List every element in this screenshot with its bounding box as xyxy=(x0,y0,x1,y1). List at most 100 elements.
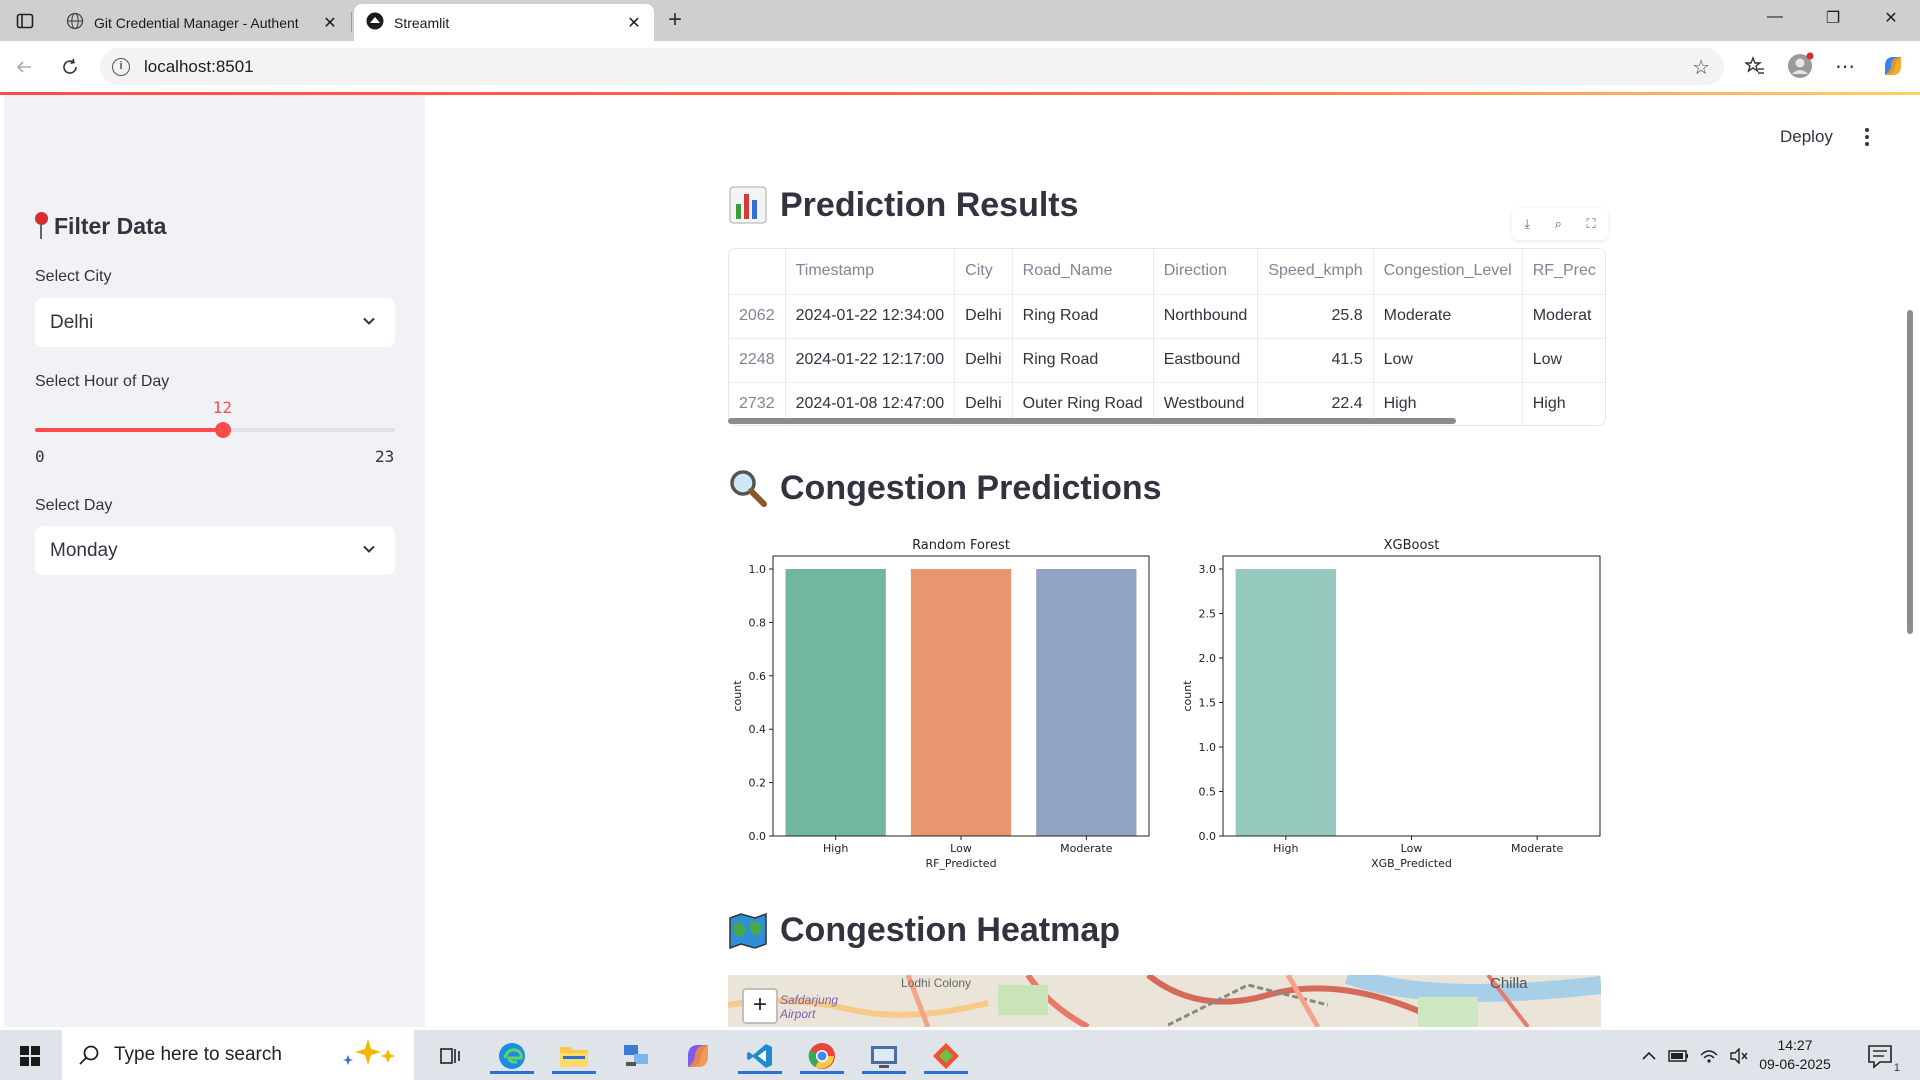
world-map-icon xyxy=(728,910,768,950)
search-icon[interactable]: ⌕ xyxy=(1555,216,1562,232)
dataframe-horizontal-scrollbar[interactable] xyxy=(728,418,1456,424)
y-tick-label: 1.0 xyxy=(749,563,767,576)
table-row: 2248 2024-01-22 12:17:00 Delhi Ring Road… xyxy=(729,338,1605,383)
magnifying-glass-icon xyxy=(728,468,768,508)
congestion-predictions-charts: 0.0 0.2 0.4 0.6 0.8 1.0 High Low Moderate Random … xyxy=(731,538,1601,870)
tab-git-credential-manager[interactable]: Git Credential Manager - Authent ✕ xyxy=(54,4,350,41)
table-cell[interactable]: 41.5 xyxy=(1257,338,1374,383)
bar-chart-icon xyxy=(728,185,768,225)
chart-bar xyxy=(1235,569,1337,836)
y-axis-label: count xyxy=(1181,680,1194,712)
congestion-predictions-text: Congestion Predictions xyxy=(780,468,1162,507)
table-cell-index[interactable]: 2248 xyxy=(729,338,786,383)
table-cell[interactable]: Delhi xyxy=(954,294,1013,339)
table-cell[interactable]: Ring Road xyxy=(1012,294,1154,339)
restore-icon[interactable]: ❐ xyxy=(1820,8,1846,34)
hour-slider-thumb[interactable] xyxy=(214,422,231,438)
file-explorer-icon[interactable] xyxy=(552,1038,596,1074)
vscode-icon[interactable] xyxy=(738,1038,782,1074)
map-label-chilla: Chilla xyxy=(1490,975,1528,992)
table-cell[interactable]: Northbound xyxy=(1153,294,1259,339)
favorite-star-icon[interactable]: ☆ xyxy=(1692,55,1710,80)
new-tab-icon[interactable]: + xyxy=(662,8,688,34)
taskbar-date: 09-06-2025 xyxy=(1759,1056,1831,1072)
deploy-button[interactable]: Deploy xyxy=(1780,127,1833,147)
congestion-heatmap-heading: Congestion Heatmap xyxy=(728,910,1120,950)
profile-avatar-icon[interactable] xyxy=(1785,51,1815,81)
media-creation-icon[interactable] xyxy=(862,1038,906,1074)
table-header[interactable]: City xyxy=(954,249,1013,295)
battery-icon[interactable] xyxy=(1668,1038,1690,1074)
table-cell[interactable]: 2024-01-22 12:34:00 xyxy=(785,294,956,339)
url-input[interactable]: i localhost:8501 ☆ xyxy=(100,48,1724,85)
taskbar-search-placeholder: Type here to search xyxy=(114,1044,282,1065)
volume-muted-icon[interactable] xyxy=(1728,1038,1750,1074)
prediction-dataframe[interactable]: Timestamp City Road_Name Direction Speed… xyxy=(728,248,1606,426)
tab-separator xyxy=(351,12,352,32)
chrome-icon[interactable] xyxy=(800,1038,844,1074)
dataframe-toolbar: ⤓ ⌕ ⛶ xyxy=(1512,208,1608,240)
table-cell[interactable]: Moderate xyxy=(1373,294,1523,339)
city-select-value: Delhi xyxy=(50,311,94,333)
refresh-icon[interactable] xyxy=(56,53,84,81)
table-cell[interactable]: Eastbound xyxy=(1153,338,1259,383)
y-tick-label: 0.4 xyxy=(749,723,767,736)
window-close-icon[interactable]: ✕ xyxy=(1878,8,1904,34)
show-hidden-icons-icon[interactable] xyxy=(1638,1038,1660,1074)
site-info-icon[interactable]: i xyxy=(112,57,130,76)
taskbar-clock[interactable]: 14:27 09-06-2025 xyxy=(1755,1036,1835,1074)
table-cell[interactable]: Ring Road xyxy=(1012,338,1154,383)
search-icon xyxy=(79,1045,99,1065)
table-header[interactable]: Speed_kmph xyxy=(1257,249,1374,295)
y-tick-label: 1.0 xyxy=(1199,741,1217,754)
windows-start-icon[interactable] xyxy=(20,1046,40,1066)
table-header-index[interactable] xyxy=(729,249,786,295)
close-icon[interactable]: ✕ xyxy=(626,13,642,33)
table-cell-index[interactable]: 2062 xyxy=(729,294,786,339)
table-cell[interactable]: Low xyxy=(1373,338,1523,383)
table-cell[interactable]: Moderat xyxy=(1522,294,1605,339)
minimize-icon[interactable]: — xyxy=(1762,8,1788,34)
taskbar-search-box[interactable]: Type here to search xyxy=(62,1030,414,1080)
city-select[interactable]: Delhi xyxy=(35,298,395,347)
table-header[interactable]: Road_Name xyxy=(1012,249,1154,295)
table-header[interactable]: Direction xyxy=(1153,249,1259,295)
git-gui-icon[interactable] xyxy=(924,1038,968,1074)
tab-actions-icon[interactable] xyxy=(12,8,38,34)
wifi-icon[interactable] xyxy=(1698,1038,1720,1074)
chevron-down-icon xyxy=(363,317,375,325)
table-cell[interactable]: 2024-01-22 12:17:00 xyxy=(785,338,956,383)
page-scrollbar[interactable] xyxy=(1907,310,1913,634)
hour-slider-fill xyxy=(35,428,223,432)
remote-desktop-icon[interactable] xyxy=(618,1038,654,1074)
edge-browser-icon[interactable] xyxy=(490,1038,534,1074)
table-cell[interactable]: Delhi xyxy=(954,338,1013,383)
notifications-icon[interactable]: 1 xyxy=(1862,1038,1900,1074)
table-header[interactable]: RF_Prec xyxy=(1522,249,1605,295)
hour-slider[interactable] xyxy=(35,422,395,438)
prediction-results-heading: Prediction Results xyxy=(728,185,1079,225)
fullscreen-icon[interactable]: ⛶ xyxy=(1587,216,1596,232)
download-icon[interactable]: ⤓ xyxy=(1524,216,1530,232)
y-tick-label: 0.0 xyxy=(749,830,767,843)
table-cell[interactable]: 25.8 xyxy=(1257,294,1374,339)
tab-streamlit[interactable]: Streamlit ✕ xyxy=(354,4,654,41)
table-cell[interactable]: High xyxy=(1522,382,1605,425)
x-axis-label: XGB_Predicted xyxy=(1371,857,1452,870)
day-select[interactable]: Monday xyxy=(35,526,395,575)
table-cell[interactable]: Low xyxy=(1522,338,1605,383)
copilot-icon[interactable] xyxy=(1878,51,1908,81)
close-icon[interactable]: ✕ xyxy=(322,13,338,33)
table-header[interactable]: Congestion_Level xyxy=(1373,249,1523,295)
task-view-icon[interactable] xyxy=(432,1038,468,1074)
heatmap-map[interactable]: Lodhi Colony Safdarjung Airport Chilla xyxy=(728,975,1601,1027)
main-menu-icon[interactable] xyxy=(1860,125,1874,151)
copilot-app-icon[interactable] xyxy=(680,1038,716,1074)
more-options-icon[interactable]: ⋯ xyxy=(1830,51,1860,81)
y-tick-label: 0.2 xyxy=(749,777,767,790)
map-zoom-in-button[interactable]: + xyxy=(742,988,778,1024)
favorites-icon[interactable] xyxy=(1740,51,1770,81)
y-tick-label: 0.8 xyxy=(749,616,767,629)
table-header[interactable]: Timestamp xyxy=(785,249,956,295)
back-icon[interactable] xyxy=(10,53,38,81)
